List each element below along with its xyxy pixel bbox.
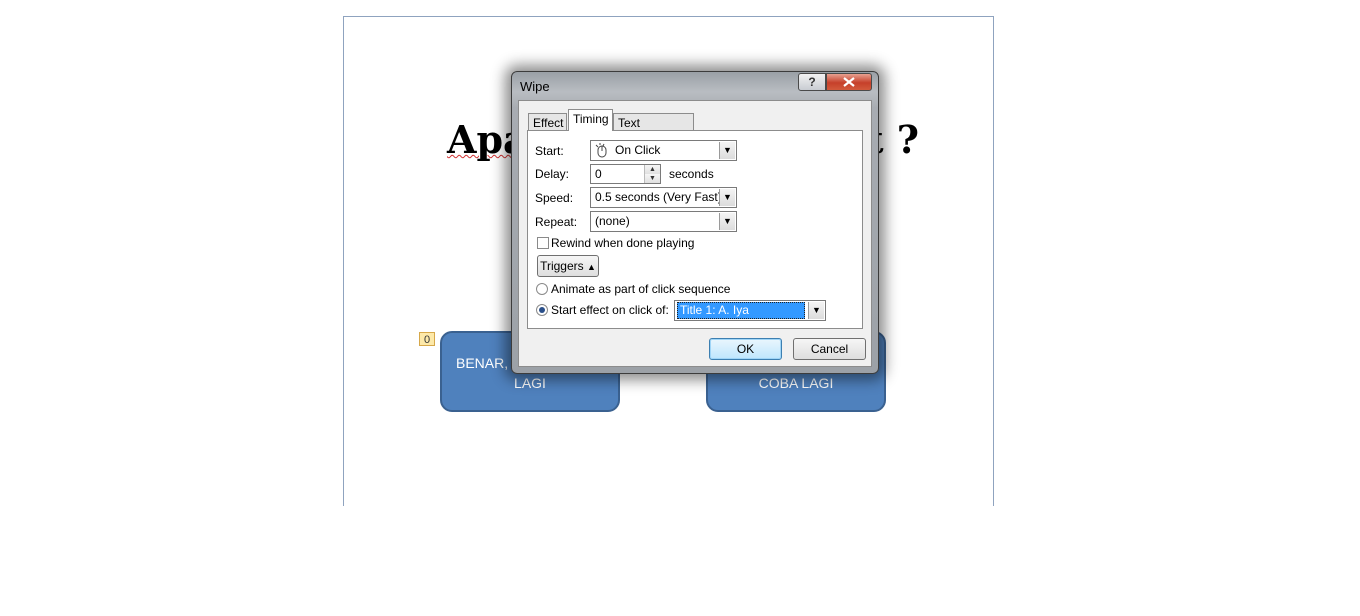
close-icon	[843, 77, 855, 87]
delay-label: Delay:	[535, 167, 570, 181]
animate-sequence-label[interactable]: Animate as part of click sequence	[551, 282, 730, 296]
triggers-button[interactable]: Triggers ▲	[537, 255, 599, 277]
trigger-object-dropdown[interactable]: Title 1: A. Iya ▼	[674, 300, 826, 321]
rewind-checkbox[interactable]	[537, 237, 549, 249]
trigger-object-value: Title 1: A. Iya	[677, 302, 805, 319]
start-on-click-label[interactable]: Start effect on click of:	[551, 303, 669, 317]
delay-value: 0	[595, 167, 602, 181]
start-label: Start:	[535, 144, 564, 158]
benar-shape-text-line1: BENAR,	[456, 355, 509, 371]
tab-text-animation[interactable]: Text Animation	[613, 113, 694, 148]
chevron-down-icon[interactable]: ▼	[808, 302, 824, 319]
coba-lagi-shape-text: COBA LAGI	[758, 375, 834, 391]
repeat-dropdown[interactable]: (none) ▼	[590, 211, 737, 232]
close-button[interactable]	[826, 73, 872, 91]
delay-unit-label: seconds	[669, 167, 714, 181]
spin-up-icon[interactable]: ▲	[645, 165, 660, 174]
chevron-down-icon[interactable]: ▼	[719, 189, 735, 206]
timing-panel: Start: On Click ▼ Delay: 0 ▲ ▼ seconds S…	[527, 130, 863, 329]
start-dropdown[interactable]: On Click ▼	[590, 140, 737, 161]
speed-dropdown[interactable]: 0.5 seconds (Very Fast) ▼	[590, 187, 737, 208]
triggers-label: Triggers	[540, 259, 584, 273]
rewind-label[interactable]: Rewind when done playing	[551, 236, 694, 250]
start-on-click-radio[interactable]	[536, 304, 548, 316]
ok-button[interactable]: OK	[709, 338, 782, 360]
speed-label: Speed:	[535, 191, 574, 205]
chevron-down-icon[interactable]: ▼	[719, 213, 735, 230]
wipe-dialog: Wipe ? Effect Timing Text Animation Star…	[511, 71, 879, 374]
cancel-button[interactable]: Cancel	[793, 338, 866, 360]
dialog-client-area: Effect Timing Text Animation Start: On C…	[518, 100, 872, 367]
spin-down-icon[interactable]: ▼	[645, 174, 660, 183]
tab-timing[interactable]: Timing	[568, 109, 613, 131]
dialog-title: Wipe	[520, 79, 550, 94]
animation-order-tag: 0	[419, 332, 435, 346]
chevron-down-icon[interactable]: ▼	[719, 142, 735, 159]
repeat-label: Repeat:	[535, 215, 578, 229]
speed-value: 0.5 seconds (Very Fast)	[595, 190, 722, 204]
start-value: On Click	[615, 143, 661, 157]
benar-shape-text-line2: LAGI	[514, 375, 546, 391]
delay-spinner[interactable]: ▲ ▼	[644, 165, 660, 183]
tab-effect[interactable]: Effect	[528, 113, 567, 130]
help-button[interactable]: ?	[798, 73, 826, 91]
repeat-value: (none)	[595, 214, 630, 228]
animate-sequence-radio[interactable]	[536, 283, 548, 295]
delay-input[interactable]: 0 ▲ ▼	[590, 164, 661, 184]
collapse-arrows-icon: ▲	[587, 262, 596, 272]
mouse-click-icon	[595, 143, 607, 158]
